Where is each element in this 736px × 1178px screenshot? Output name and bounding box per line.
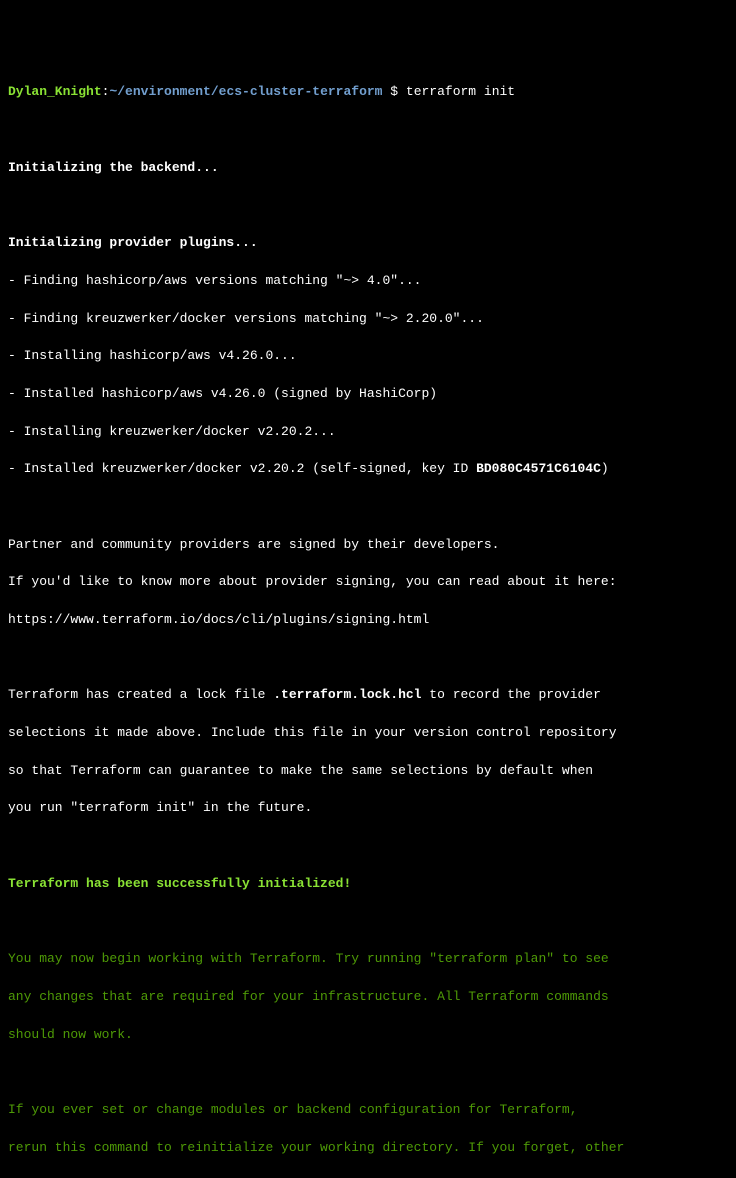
output-line: so that Terraform can guarantee to make … bbox=[8, 762, 728, 781]
output-line: - Finding kreuzwerker/docker versions ma… bbox=[8, 310, 728, 329]
output-line: - Installed kreuzwerker/docker v2.20.2 (… bbox=[8, 460, 728, 479]
prompt-user: Dylan_Knight bbox=[8, 84, 102, 99]
hint-line: If you ever set or change modules or bac… bbox=[8, 1101, 728, 1120]
hint-line: rerun this command to reinitialize your … bbox=[8, 1139, 728, 1158]
output-line: - Installed hashicorp/aws v4.26.0 (signe… bbox=[8, 385, 728, 404]
blank-line bbox=[8, 837, 728, 856]
blank-line bbox=[8, 1063, 728, 1082]
blank-line bbox=[8, 121, 728, 140]
prompt-path: ~/environment/ecs-cluster-terraform bbox=[109, 84, 382, 99]
output-text: - Installed kreuzwerker/docker v2.20.2 (… bbox=[8, 461, 476, 476]
blank-line bbox=[8, 498, 728, 517]
key-id: BD080C4571C6104C bbox=[476, 461, 601, 476]
hint-line: commands will detect it and remind you t… bbox=[8, 1176, 728, 1178]
output-text: to record the provider bbox=[421, 687, 600, 702]
output-line: Partner and community providers are sign… bbox=[8, 536, 728, 555]
hint-line: should now work. bbox=[8, 1026, 728, 1045]
blank-line bbox=[8, 913, 728, 932]
output-text: ) bbox=[601, 461, 609, 476]
prompt-dollar: $ bbox=[382, 84, 405, 99]
success-message: Terraform has been successfully initiali… bbox=[8, 875, 728, 894]
hint-line: any changes that are required for your i… bbox=[8, 988, 728, 1007]
init-backend-header: Initializing the backend... bbox=[8, 159, 728, 178]
command-text: terraform init bbox=[406, 84, 515, 99]
output-line: Terraform has created a lock file .terra… bbox=[8, 686, 728, 705]
hint-line: You may now begin working with Terraform… bbox=[8, 950, 728, 969]
output-line: - Installing kreuzwerker/docker v2.20.2.… bbox=[8, 423, 728, 442]
output-line: If you'd like to know more about provide… bbox=[8, 573, 728, 592]
blank-line bbox=[8, 196, 728, 215]
output-line: selections it made above. Include this f… bbox=[8, 724, 728, 743]
output-text: Terraform has created a lock file bbox=[8, 687, 273, 702]
prompt-line-1[interactable]: Dylan_Knight:~/environment/ecs-cluster-t… bbox=[8, 83, 728, 102]
output-line: - Finding hashicorp/aws versions matchin… bbox=[8, 272, 728, 291]
output-line: https://www.terraform.io/docs/cli/plugin… bbox=[8, 611, 728, 630]
output-line: - Installing hashicorp/aws v4.26.0... bbox=[8, 347, 728, 366]
lock-file-name: .terraform.lock.hcl bbox=[273, 687, 421, 702]
init-plugins-header: Initializing provider plugins... bbox=[8, 234, 728, 253]
blank-line bbox=[8, 649, 728, 668]
output-line: you run "terraform init" in the future. bbox=[8, 799, 728, 818]
